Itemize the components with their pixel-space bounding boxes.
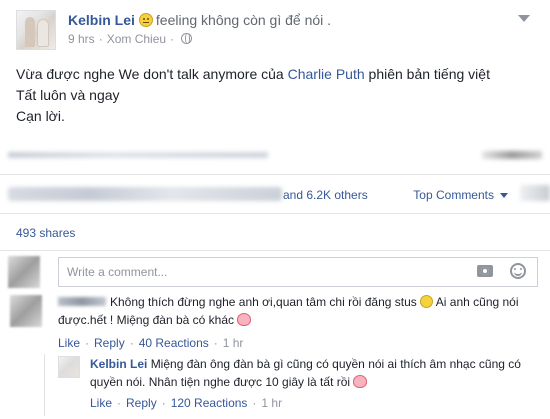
blurred-region — [8, 152, 268, 158]
globe-icon[interactable] — [181, 33, 193, 44]
comment-composer — [0, 250, 550, 290]
author-name[interactable]: Kelbin Lei — [68, 12, 135, 28]
comment-time[interactable]: 1 hr — [261, 396, 282, 410]
post-options-chevron-icon[interactable] — [514, 12, 532, 28]
comment-sort-dropdown[interactable]: Top Comments — [413, 188, 508, 202]
post-line-3: Cạn lời. — [16, 108, 65, 124]
reactions-bar: and 6.2K others Top Comments — [0, 174, 550, 214]
comment: Không thích đừng nghe anh ơi,quan tâm ch… — [0, 292, 550, 354]
reactions-others-link[interactable]: and 6.2K others — [283, 188, 368, 202]
feeling-emoji-icon — [138, 13, 153, 27]
blurred-reactors — [8, 187, 282, 201]
avatar-figure — [25, 17, 35, 47]
comment-body: Kelbin Lei Miệng đàn ông đàn bà gì cũng … — [90, 355, 530, 391]
like-button[interactable]: Like — [58, 336, 80, 350]
blurred-action-bar — [8, 146, 542, 164]
comment-input[interactable] — [58, 257, 538, 287]
reactions-link[interactable]: 120 Reactions — [171, 396, 248, 410]
meta-separator: · — [170, 32, 175, 46]
post-header: Kelbin Lei feeling không còn gì để nói . … — [16, 10, 536, 54]
reactions-link[interactable]: 40 Reactions — [139, 336, 209, 350]
comment-text: Không thích đừng nghe anh ơi,quan tâm ch… — [110, 295, 417, 309]
post-location[interactable]: Xom Chieu — [107, 32, 166, 46]
post-text: phiên bản tiếng việt — [364, 66, 490, 82]
reply-button[interactable]: Reply — [126, 396, 157, 410]
post-meta: 9 hrs · Xom Chieu · — [68, 32, 193, 46]
reply-comment: Kelbin Lei Miệng đàn ông đàn bà gì cũng … — [56, 354, 550, 418]
chevron-down-icon — [500, 193, 508, 198]
action-separator: · — [129, 336, 134, 350]
post-body: Vừa được nghe We don't talk anymore của … — [16, 64, 536, 127]
action-separator: · — [213, 336, 218, 350]
mention-link[interactable]: Charlie Puth — [288, 66, 365, 82]
action-separator: · — [117, 396, 122, 410]
comment-actions: Like · Reply · 120 Reactions · 1 hr — [90, 396, 282, 410]
meta-separator: · — [98, 32, 103, 46]
post-text: Vừa được nghe We don't talk anymore của — [16, 66, 288, 82]
action-separator: · — [252, 396, 257, 410]
author-avatar[interactable] — [16, 10, 56, 50]
post-card: Kelbin Lei feeling không còn gì để nói . … — [0, 0, 550, 419]
comment-text: Miệng đàn ông đàn bà gì cũng có quyền nó… — [90, 357, 521, 389]
reply-author-name[interactable]: Kelbin Lei — [90, 357, 147, 371]
reply-author-avatar[interactable] — [58, 356, 80, 378]
heart-emoji-icon — [353, 375, 368, 388]
smile-emoji-icon — [419, 295, 433, 308]
heart-emoji-icon — [237, 313, 252, 326]
viewer-avatar — [8, 256, 40, 288]
like-button[interactable]: Like — [90, 396, 112, 410]
reply-button[interactable]: Reply — [94, 336, 125, 350]
feeling-text: feeling không còn gì để nói . — [155, 12, 332, 28]
shares-link[interactable]: 493 shares — [16, 226, 75, 240]
action-separator: · — [85, 336, 90, 350]
blurred-commenter-name — [58, 297, 106, 306]
blurred-region — [520, 185, 550, 201]
comment-time[interactable]: 1 hr — [223, 336, 244, 350]
comment-actions: Like · Reply · 40 Reactions · 1 hr — [58, 336, 243, 350]
comment-sort-label: Top Comments — [413, 188, 494, 202]
author-line: Kelbin Lei feeling không còn gì để nói . — [68, 12, 331, 28]
commenter-avatar[interactable] — [10, 295, 42, 327]
comment-body: Không thích đừng nghe anh ơi,quan tâm ch… — [58, 293, 528, 329]
reply-thread-line — [44, 354, 45, 416]
sticker-icon[interactable] — [510, 263, 526, 279]
post-time[interactable]: 9 hrs — [68, 32, 95, 46]
action-separator: · — [161, 396, 166, 410]
avatar-figure — [37, 19, 49, 47]
camera-icon[interactable] — [477, 265, 493, 277]
post-line-1: Vừa được nghe We don't talk anymore của … — [16, 64, 536, 85]
post-line-2: Tất luôn và ngay — [16, 87, 120, 103]
blurred-region — [482, 151, 542, 159]
